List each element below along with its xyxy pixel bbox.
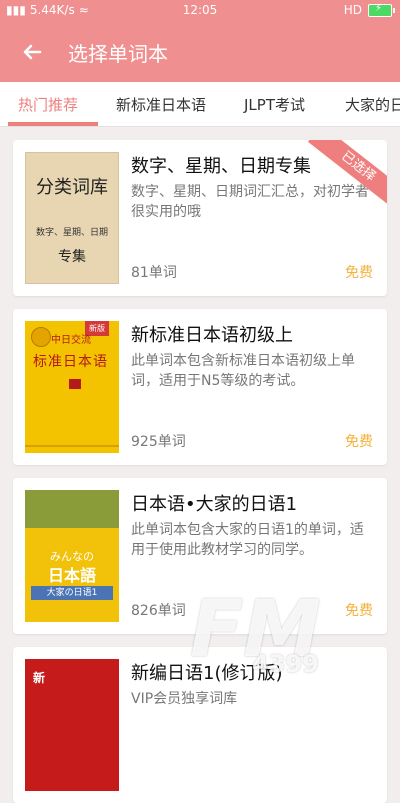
price-label: 免费 xyxy=(345,434,373,450)
wordbook-title: 数字、星期、日期专集 xyxy=(131,156,311,177)
page-title: 选择单词本 xyxy=(68,42,168,66)
status-bar: ▮▮▮ 5.44K/s ≈ 12:05 HD ⚡ xyxy=(0,0,400,22)
tab-minna-no-nihongo[interactable]: 大家的日 xyxy=(345,94,400,115)
wordbook-title: 日本语•大家的日语1 xyxy=(131,494,298,515)
wordbook-cover: 新 xyxy=(25,659,119,791)
tab-new-standard-japanese[interactable]: 新标准日本语 xyxy=(116,94,206,115)
wordbook-description: 此单词本包含新标准日本语初级上单词，适用于N5等级的考试。 xyxy=(131,353,355,389)
watermark: FM 4399 xyxy=(190,585,400,711)
back-arrow-icon xyxy=(23,44,42,60)
clock: 12:05 xyxy=(182,3,218,17)
cover-line-1: 中日交流 xyxy=(51,335,91,346)
cover-subtitle: 数字、星期、日期 xyxy=(35,228,108,238)
wordbook-cover: みんなの 日本語 大家の日语1 xyxy=(25,490,119,622)
wordbook-cover: 分类词库 数字、星期、日期 专集 xyxy=(25,152,119,284)
active-tab-indicator xyxy=(8,122,98,126)
wordbook-title: 新标准日本语初级上 xyxy=(131,325,293,346)
app-bar: 选择单词本 xyxy=(0,22,400,82)
cover-title: 新 xyxy=(33,671,46,685)
word-count: 81单词 xyxy=(131,265,177,281)
cover-footer-line xyxy=(25,445,119,447)
wordbook-description: 数字、星期、日期词汇汇总，对初学者很实用的哦 xyxy=(131,184,369,220)
wordbook-cover: 新版 中日交流 标准日本语 xyxy=(25,321,119,453)
wordbook-card[interactable]: 分类词库 数字、星期、日期 专集 数字、星期、日期专集 数字、星期、日期词汇汇总… xyxy=(13,140,387,296)
wordbook-card[interactable]: 新版 中日交流 标准日本语 新标准日本语初级上 此单词本包含新标准日本语初级上单… xyxy=(13,309,387,465)
wordbook-description: 此单词本包含大家的日语1的单词，适用于使用此教材学习的同学。 xyxy=(131,522,364,558)
system-icons: HD ⚡ xyxy=(343,3,395,17)
hd-icon: HD xyxy=(343,3,362,17)
cover-badge-icon xyxy=(31,327,51,347)
watermark-sub: 4399 xyxy=(252,650,319,678)
cover-series: 专集 xyxy=(58,249,86,265)
cover-title: 分类词库 xyxy=(36,177,108,198)
word-count: 925单词 xyxy=(131,434,186,450)
cover-band: 大家の日语1 xyxy=(31,586,113,600)
cover-grade-mark xyxy=(69,379,81,389)
cover-line-2: 日本語 xyxy=(47,566,96,585)
back-button[interactable] xyxy=(18,38,46,66)
cover-line-2: 标准日本语 xyxy=(33,354,108,370)
cover-top-band xyxy=(25,490,119,528)
tab-jlpt[interactable]: JLPT考试 xyxy=(244,94,305,115)
word-count: 826单词 xyxy=(131,603,186,619)
price-label: 免费 xyxy=(345,265,373,281)
battery-icon: ⚡ xyxy=(368,3,395,17)
tab-popular[interactable]: 热门推荐 xyxy=(18,94,78,115)
category-tabs: 热门推荐 新标准日本语 JLPT考试 大家的日 xyxy=(0,82,400,127)
